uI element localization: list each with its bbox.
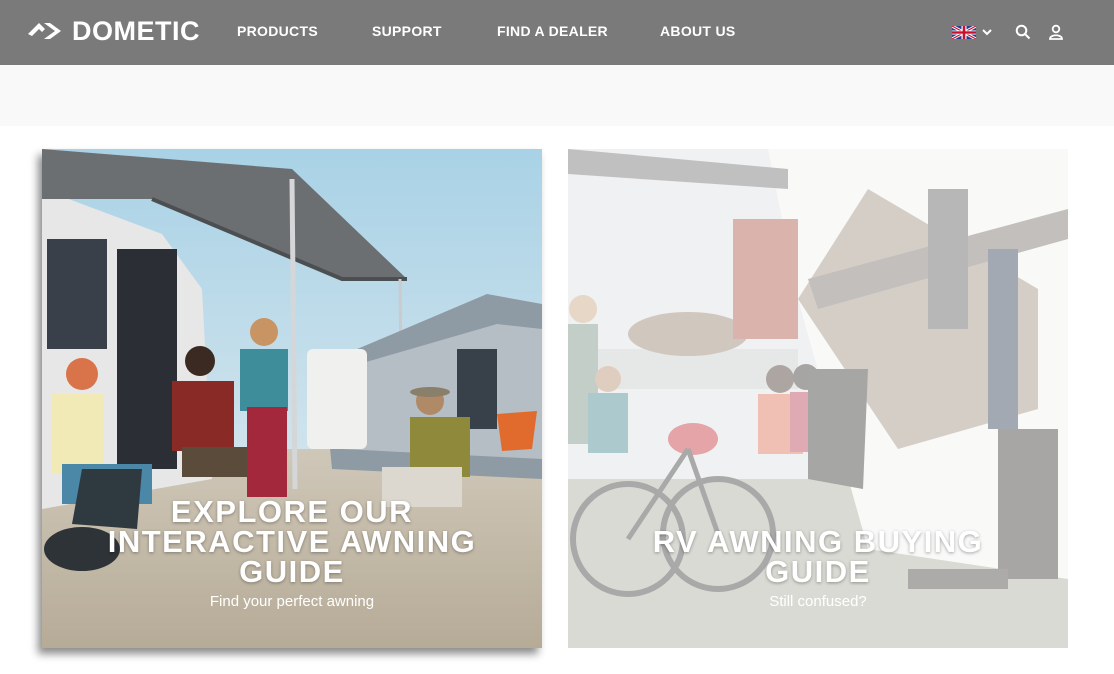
nav-item-find-a-dealer[interactable]: FIND A DEALER [497,23,608,39]
search-icon[interactable] [1015,24,1031,40]
brand-name: DOMETIC [72,16,200,46]
interactive-awning-guide-card[interactable]: EXPLORE OUR INTERACTIVE AWNING GUIDE Fin… [42,149,542,648]
site-header: DOMETIC PRODUCTS SUPPORT FIND A DEALER A… [0,0,1114,65]
dometic-logo[interactable]: DOMETIC [28,17,200,45]
nav-item-support[interactable]: SUPPORT [372,23,442,39]
card-subtitle: Find your perfect awning [209,593,375,610]
nav-item-products[interactable]: PRODUCTS [237,23,318,39]
chevron-down-icon[interactable] [980,25,994,39]
uk-flag-icon[interactable] [952,26,976,39]
dometic-logo-icon [28,23,61,39]
card-title: RV AWNING BUYING GUIDE [568,524,1068,589]
card-subtitle: Still confused? [769,593,867,610]
card-title: EXPLORE OUR INTERACTIVE AWNING GUIDE [42,494,542,589]
card-title-line: RV AWNING BUYING [652,524,984,559]
hero-band [0,65,1114,126]
card-title-line: EXPLORE OUR [170,494,414,529]
card-title-line: GUIDE [765,554,871,589]
nav-item-about-us[interactable]: ABOUT US [660,23,736,39]
card-title-line: GUIDE [239,554,345,589]
user-icon[interactable] [1048,24,1064,40]
rv-awning-buying-guide-card[interactable]: RV AWNING BUYING GUIDE Still confused? [568,149,1068,648]
card-title-line: INTERACTIVE AWNING [107,524,477,559]
